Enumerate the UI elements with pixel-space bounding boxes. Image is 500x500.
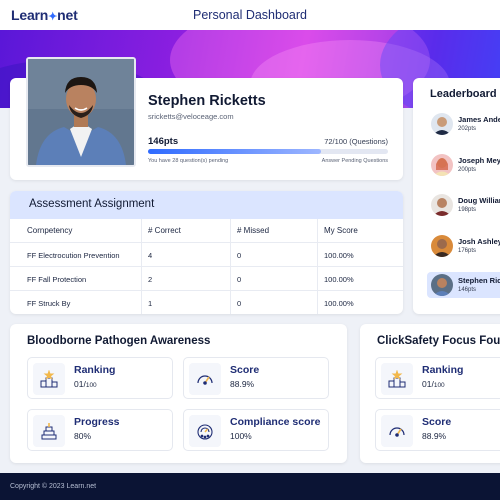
ranking-label: Ranking: [422, 364, 464, 376]
leaderboard-points: 176pts: [458, 248, 477, 254]
top-bar: Learn✦net Personal Dashboard: [0, 0, 500, 30]
questions-progress-bar: [148, 149, 388, 154]
leaderboard-name: Josh Ashley: [458, 237, 500, 246]
table-cell: 4: [148, 251, 153, 260]
score-value: 88.9%: [422, 431, 447, 441]
course-card-focus-four: ClickSafety Focus Four Ranking 01/100 Sc…: [360, 324, 500, 463]
profile-photo: [26, 57, 136, 167]
avatar: [431, 235, 453, 257]
ranking-metric[interactable]: Ranking 01/100: [27, 357, 173, 399]
pending-questions-text: You have 28 question(s) pending: [148, 158, 229, 164]
compliance-gauge-icon: [189, 415, 221, 447]
progress-metric[interactable]: Progress 80%: [27, 409, 173, 451]
profile-card: Stephen Ricketts sricketts@veloceage.com…: [10, 57, 403, 180]
avatar: [431, 274, 453, 296]
table-cell: 100.00%: [324, 275, 354, 284]
questions-progress-fill: [148, 149, 321, 154]
leaderboard-title: Leaderboard: [430, 88, 497, 100]
score-value: 88.9%: [230, 379, 255, 389]
table-header-row: Cornpetency # Correct # Missed My Score: [10, 219, 403, 243]
leaderboard-item[interactable]: Josh Ashley 176pts: [427, 233, 500, 259]
table-row[interactable]: FF Electrocution Prevention 4 0 100.00%: [10, 243, 403, 267]
user-email: sricketts@veloceage.com: [148, 112, 234, 121]
table-cell: 100.00%: [324, 251, 354, 260]
copyright-text: Copyright © 2023 Learn.net: [10, 483, 97, 490]
leaderboard-item[interactable]: Doug Williams 198pts: [427, 192, 500, 218]
score-metric[interactable]: Score 88.9%: [375, 409, 500, 451]
ranking-label: Ranking: [74, 364, 116, 376]
score-metric[interactable]: Score 88.9%: [183, 357, 329, 399]
table-cell: 2: [148, 275, 153, 284]
compliance-value: 100%: [230, 431, 252, 441]
questions-count: 72/100 (Questions): [324, 137, 388, 146]
leaderboard-name: Joseph Meyers: [458, 156, 500, 165]
score-label: Score: [422, 416, 452, 428]
progress-value: 80%: [74, 431, 92, 441]
leaderboard-points: 146pts: [458, 287, 477, 293]
gauge-icon: [189, 363, 221, 395]
leaderboard-item[interactable]: James Anderson 202pts: [427, 111, 500, 137]
column-header: # Correct: [148, 226, 181, 235]
leaderboard-item-current-user[interactable]: Stephen Ricketts 146pts: [427, 272, 500, 298]
compliance-label: Compliance score: [230, 416, 321, 428]
table-cell: FF Electrocution Prevention: [27, 251, 120, 260]
leaderboard-item[interactable]: Joseph Meyers 200pts: [427, 152, 500, 178]
column-divider: [230, 219, 231, 314]
course-card-bloodborne: Bloodborne Pathogen Awareness Ranking 01…: [10, 324, 347, 463]
podium-icon: [381, 363, 413, 395]
assessment-header: Assessment Assignment: [10, 191, 403, 219]
progress-label: Progress: [74, 416, 120, 428]
avatar: [431, 154, 453, 176]
assessment-card: Assessment Assignment Cornpetency # Corr…: [10, 191, 403, 314]
column-divider: [141, 219, 142, 314]
table-cell: FF Fall Protection: [27, 275, 87, 284]
column-header: # Missed: [237, 226, 270, 235]
table-cell: 0: [237, 275, 242, 284]
table-row[interactable]: FF Fall Protection 2 0 100.00%: [10, 267, 403, 291]
leaderboard-name: James Anderson: [458, 115, 500, 124]
column-divider: [317, 219, 318, 314]
user-name: Stephen Ricketts: [148, 93, 266, 109]
avatar: [431, 113, 453, 135]
compliance-metric[interactable]: Compliance score 100%: [183, 409, 329, 451]
ranking-metric[interactable]: Ranking 01/100: [375, 357, 500, 399]
page-title: Personal Dashboard: [193, 8, 307, 22]
leaderboard-points: 200pts: [458, 167, 477, 173]
gauge-icon: [381, 415, 413, 447]
leaderboard-name: Doug Williams: [458, 196, 500, 205]
score-label: Score: [230, 364, 260, 376]
progress-icon: [33, 415, 65, 447]
table-cell: 100.00%: [324, 299, 354, 308]
table-cell: FF Struck By: [27, 299, 71, 308]
user-points: 146pts: [148, 136, 179, 147]
avatar: [431, 194, 453, 216]
table-row[interactable]: FF Struck By 1 0 100.00%: [10, 291, 403, 314]
course-title: Bloodborne Pathogen Awareness: [27, 335, 211, 347]
podium-icon: [33, 363, 65, 395]
course-title: ClickSafety Focus Four: [377, 335, 500, 347]
table-cell: 0: [237, 251, 242, 260]
answer-pending-link[interactable]: Answer Pending Questions: [322, 158, 388, 164]
column-header: My Score: [324, 226, 358, 235]
footer: Copyright © 2023 Learn.net: [0, 473, 500, 500]
leaderboard-name: Stephen Ricketts: [458, 276, 500, 285]
ranking-value: 01/100: [74, 379, 97, 389]
leaderboard-points: 202pts: [458, 126, 477, 132]
column-header: Cornpetency: [27, 226, 73, 235]
table-cell: 1: [148, 299, 153, 308]
assessment-title: Assessment Assignment: [29, 198, 155, 210]
leaderboard-card: Leaderboard James Anderson 202pts Joseph…: [413, 78, 500, 314]
ranking-value: 01/100: [422, 379, 445, 389]
leaderboard-points: 198pts: [458, 207, 477, 213]
table-cell: 0: [237, 299, 242, 308]
